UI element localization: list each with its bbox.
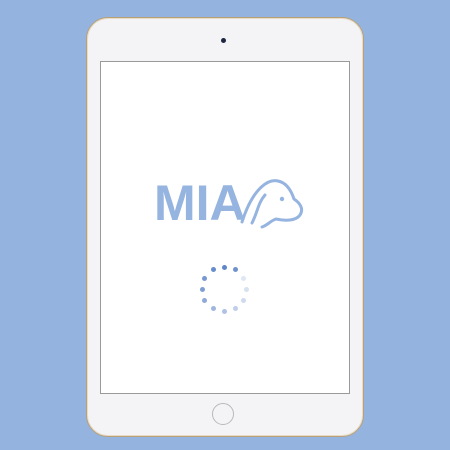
camera-icon <box>221 38 226 43</box>
loading-spinner <box>198 263 250 315</box>
spinner-dot <box>243 286 249 292</box>
spinner-dot <box>210 267 216 273</box>
spinner-dot <box>202 297 208 303</box>
spinner-dot <box>221 308 227 314</box>
spinner-dot <box>240 297 246 303</box>
spinner-dot <box>202 275 208 281</box>
spinner-dot <box>210 305 216 311</box>
spinner-dot <box>240 275 246 281</box>
dog-head-icon <box>240 179 304 229</box>
spinner-dot <box>221 264 227 270</box>
spinner-dot <box>232 267 238 273</box>
spinner-dot <box>199 286 205 292</box>
home-button[interactable] <box>212 403 234 425</box>
spinner-dot <box>232 305 238 311</box>
